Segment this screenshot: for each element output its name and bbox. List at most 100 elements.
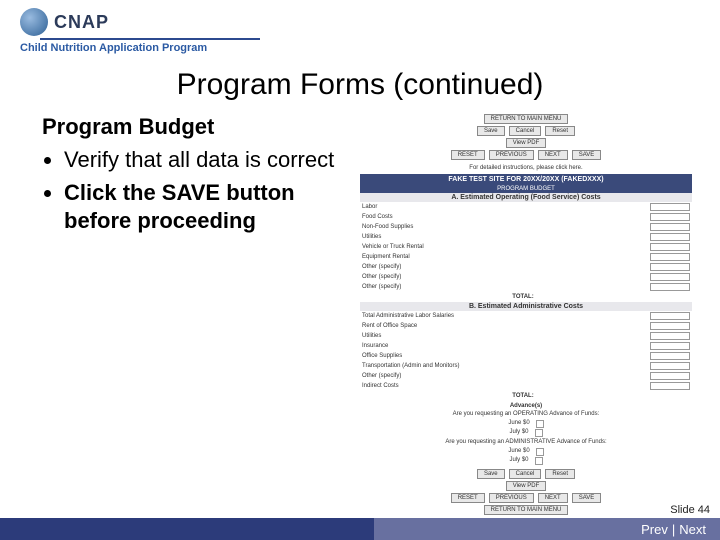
- form-row: Labor: [360, 202, 692, 212]
- form-row: Utilities: [360, 331, 692, 341]
- form-row: Utilities: [360, 232, 692, 242]
- form-row: Non-Food Supplies: [360, 222, 692, 232]
- section-a-header: A. Estimated Operating (Food Service) Co…: [360, 193, 692, 202]
- nav-prev-button[interactable]: PREVIOUS: [489, 150, 534, 160]
- prev-link[interactable]: Prev: [641, 522, 668, 537]
- advance-row-label: July $0: [509, 457, 528, 465]
- form-row: Vehicle or Truck Rental: [360, 242, 692, 252]
- form-input[interactable]: [650, 362, 690, 370]
- advance-question-2: Are you requesting an ADMINISTRATIVE Adv…: [443, 437, 608, 447]
- form-input[interactable]: [650, 213, 690, 221]
- form-row-label: Labor: [362, 204, 650, 210]
- body-subhead: Program Budget: [42, 114, 342, 140]
- form-row-label: Other (specify): [362, 373, 650, 379]
- form-row-label: Transportation (Admin and Monitors): [362, 363, 650, 369]
- advances-header: Advance(s): [510, 401, 542, 409]
- advance-checkbox[interactable]: [536, 420, 544, 428]
- form-row: Other (specify): [360, 371, 692, 381]
- form-input[interactable]: [650, 203, 690, 211]
- brand-divider: [40, 38, 260, 40]
- advance-checkbox[interactable]: [535, 429, 543, 437]
- nav-next-button[interactable]: NEXT: [538, 150, 568, 160]
- form-row-label: Utilities: [362, 234, 650, 240]
- form-row: Insurance: [360, 341, 692, 351]
- form-input[interactable]: [650, 312, 690, 320]
- nav-prev-bottom[interactable]: PREVIOUS: [489, 493, 534, 503]
- cancel-button-bottom[interactable]: Cancel: [509, 469, 542, 479]
- advance-question-1: Are you requesting an OPERATING Advance …: [451, 409, 602, 419]
- cancel-button[interactable]: Cancel: [509, 126, 542, 136]
- body-text: Program Budget Verify that all data is c…: [42, 114, 342, 517]
- return-button[interactable]: RETURN TO MAIN MENU: [484, 114, 569, 124]
- slide-number: Slide 44: [0, 504, 720, 518]
- form-row-label: Other (specify): [362, 264, 650, 270]
- reset-button[interactable]: Reset: [545, 126, 575, 136]
- form-input[interactable]: [650, 233, 690, 241]
- nav-save-bottom[interactable]: SAVE: [572, 493, 602, 503]
- form-row-label: Total Administrative Labor Salaries: [362, 313, 650, 319]
- form-title-banner: PROGRAM BUDGET: [360, 185, 692, 193]
- form-input[interactable]: [650, 243, 690, 251]
- help-link[interactable]: For detailed instructions, please click …: [469, 165, 582, 171]
- form-screenshot: RETURN TO MAIN MENU Save Cancel Reset Vi…: [360, 114, 692, 517]
- form-row: Office Supplies: [360, 351, 692, 361]
- total-b-label: TOTAL:: [512, 393, 539, 399]
- brand-block: CNAP Child Nutrition Application Program: [20, 8, 280, 54]
- form-row-label: Other (specify): [362, 284, 650, 290]
- form-input[interactable]: [650, 372, 690, 380]
- form-input[interactable]: [650, 253, 690, 261]
- page-title: Program Forms (continued): [0, 68, 720, 102]
- form-input[interactable]: [650, 322, 690, 330]
- nav-reset-button[interactable]: RESET: [451, 150, 485, 160]
- nav-next-bottom[interactable]: NEXT: [538, 493, 568, 503]
- view-pdf-button[interactable]: View PDF: [506, 138, 547, 148]
- brand-abbr: CNAP: [54, 12, 109, 33]
- site-banner: FAKE TEST SITE FOR 20XX/20XX (FAKEDXXX): [360, 174, 692, 185]
- form-row: Other (specify): [360, 282, 692, 292]
- form-row: Other (specify): [360, 262, 692, 272]
- form-row-label: Rent of Office Space: [362, 323, 650, 329]
- form-input[interactable]: [650, 223, 690, 231]
- form-input[interactable]: [650, 352, 690, 360]
- form-row-label: Other (specify): [362, 274, 650, 280]
- section-b-header: B. Estimated Administrative Costs: [360, 302, 692, 311]
- form-input[interactable]: [650, 263, 690, 271]
- form-row: Other (specify): [360, 272, 692, 282]
- form-row-label: Office Supplies: [362, 353, 650, 359]
- form-row-label: Utilities: [362, 333, 650, 339]
- form-row: Transportation (Admin and Monitors): [360, 361, 692, 371]
- form-input[interactable]: [650, 342, 690, 350]
- nav-save-button[interactable]: SAVE: [572, 150, 602, 160]
- form-row: Equipment Rental: [360, 252, 692, 262]
- view-pdf-button-bottom[interactable]: View PDF: [506, 481, 547, 491]
- form-row-label: Vehicle or Truck Rental: [362, 244, 650, 250]
- form-input[interactable]: [650, 332, 690, 340]
- advance-row-label: July $0: [509, 429, 528, 437]
- advance-row-label: June $0: [508, 420, 529, 428]
- nav-reset-bottom[interactable]: RESET: [451, 493, 485, 503]
- brand-tagline: Child Nutrition Application Program: [20, 42, 280, 54]
- slide-header: CNAP Child Nutrition Application Program: [0, 0, 720, 54]
- save-button-bottom[interactable]: Save: [477, 469, 505, 479]
- total-a-label: TOTAL:: [512, 294, 539, 300]
- reset-button-bottom[interactable]: Reset: [545, 469, 575, 479]
- form-row-label: Non-Food Supplies: [362, 224, 650, 230]
- advance-checkbox[interactable]: [535, 457, 543, 465]
- form-input[interactable]: [650, 283, 690, 291]
- form-input[interactable]: [650, 382, 690, 390]
- form-row: Food Costs: [360, 212, 692, 222]
- advance-checkbox[interactable]: [536, 448, 544, 456]
- bullet-save: Click the SAVE button before proceeding: [64, 179, 342, 236]
- slide-footer: Slide 44 Prev | Next: [0, 504, 720, 540]
- bullet-verify: Verify that all data is correct: [64, 146, 342, 175]
- form-row: Total Administrative Labor Salaries: [360, 311, 692, 321]
- globe-icon: [20, 8, 48, 36]
- form-row: Indirect Costs: [360, 381, 692, 391]
- save-button[interactable]: Save: [477, 126, 505, 136]
- form-row-label: Food Costs: [362, 214, 650, 220]
- form-row-label: Insurance: [362, 343, 650, 349]
- form-row-label: Equipment Rental: [362, 254, 650, 260]
- next-link[interactable]: Next: [679, 522, 706, 537]
- form-input[interactable]: [650, 273, 690, 281]
- form-row: Rent of Office Space: [360, 321, 692, 331]
